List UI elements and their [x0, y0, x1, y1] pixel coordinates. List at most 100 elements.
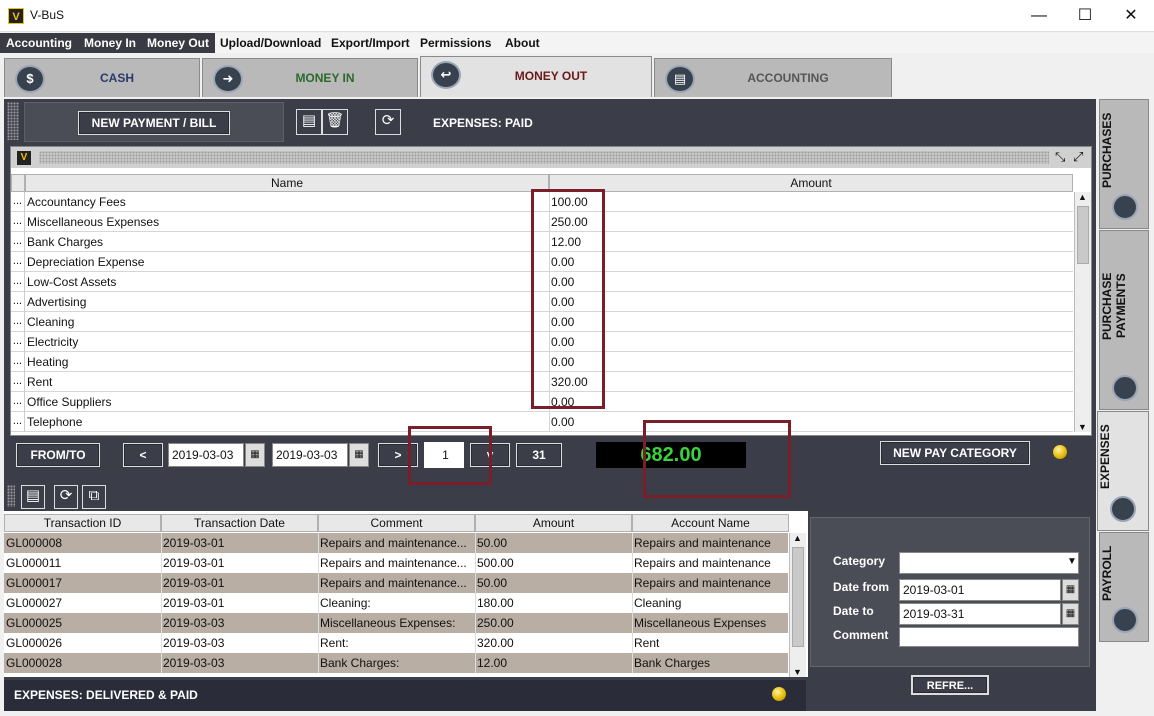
table-row[interactable]: GL000026 2019-03-03 Rent: 320.00 Rent: [4, 633, 788, 653]
copy-icon[interactable]: ⧉: [82, 485, 106, 509]
column-header-transaction-id[interactable]: Transaction ID: [4, 514, 161, 532]
from-to-button[interactable]: FROM/TO: [16, 443, 100, 467]
transactions-scrollbar[interactable]: ▲ ▼: [789, 533, 806, 677]
cell-date: 2019-03-01: [163, 536, 225, 550]
tab-money-in[interactable]: ➜ MONEY IN: [202, 58, 418, 97]
row-menu-dots[interactable]: ...: [11, 272, 25, 292]
scroll-up-icon[interactable]: ▲: [1078, 192, 1087, 202]
row-menu-dots[interactable]: ...: [11, 192, 25, 212]
days-31-button[interactable]: 31: [516, 443, 562, 467]
new-payment-button[interactable]: NEW PAYMENT / BILL: [78, 111, 230, 135]
tab-expenses[interactable]: EXPENSES: [1097, 411, 1149, 531]
maximize-button[interactable]: ☐: [1062, 0, 1108, 32]
menu-permissions[interactable]: Permissions: [414, 33, 497, 53]
maximize-icon[interactable]: ⤢: [1073, 149, 1083, 165]
scroll-down-icon[interactable]: ▼: [1078, 422, 1087, 432]
column-separator: [475, 633, 476, 653]
column-header-comment[interactable]: Comment: [318, 514, 475, 532]
scroll-up-icon[interactable]: ▲: [793, 533, 802, 543]
row-menu-dots[interactable]: ...: [11, 372, 25, 392]
tab-purchases[interactable]: PURCHASES: [1099, 99, 1149, 229]
menu-money-out[interactable]: Money Out: [141, 33, 215, 53]
column-header-name[interactable]: Name: [25, 174, 549, 192]
row-menu-dots[interactable]: ...: [11, 312, 25, 332]
calendar-icon[interactable]: ▦: [349, 443, 369, 467]
row-menu-dots[interactable]: ...: [11, 332, 25, 352]
table-row[interactable]: GL000017 2019-03-01 Repairs and maintenanc…: [4, 573, 788, 593]
cell-amount: 320.00: [477, 636, 514, 650]
scroll-thumb[interactable]: [792, 547, 804, 647]
column-header-amount[interactable]: Amount: [475, 514, 632, 532]
tab-payroll[interactable]: PAYROLL: [1099, 532, 1149, 642]
filter-date-from-field[interactable]: 2019-03-01: [899, 579, 1061, 601]
tab-cash[interactable]: $ CASH: [4, 58, 200, 97]
cell-amount: 12.00: [477, 656, 508, 670]
scroll-thumb[interactable]: [1077, 206, 1089, 264]
row-menu-dots[interactable]: ...: [11, 292, 25, 312]
new-pay-category-button[interactable]: NEW PAY CATEGORY: [880, 441, 1030, 465]
category-select[interactable]: [899, 552, 1079, 574]
table-row[interactable]: GL000025 2019-03-03 Miscellaneous Expenses…: [4, 613, 788, 633]
table-row[interactable]: GL000028 2019-03-03 Bank Charges: 12.00 Bank…: [4, 653, 788, 673]
table-row[interactable]: GL000027 2019-03-01 Cleaning: 180.00 Cleanin…: [4, 593, 788, 613]
cell-date: 2019-03-03: [163, 636, 225, 650]
column-separator: [475, 573, 476, 593]
document-icon[interactable]: ▤: [296, 109, 322, 135]
cell-id: GL000008: [6, 536, 63, 550]
prev-button[interactable]: <: [123, 443, 163, 467]
table-row[interactable]: ... Telephone 0.00: [11, 412, 1073, 432]
tab-purchase-payments[interactable]: PURCHASE PAYMENTS: [1099, 230, 1149, 410]
column-separator: [161, 653, 162, 673]
scroll-down-icon[interactable]: ▼: [793, 667, 802, 677]
cell-account: Bank Charges: [634, 656, 711, 670]
date-from-field[interactable]: 2019-03-03: [168, 443, 244, 467]
row-menu-dots[interactable]: ...: [11, 352, 25, 372]
column-header-amount[interactable]: Amount: [549, 174, 1073, 192]
expense-amount[interactable]: 0.00: [551, 415, 574, 429]
tab-money-out[interactable]: ↩ MONEY OUT: [420, 56, 652, 97]
row-menu-dots[interactable]: ...: [11, 232, 25, 252]
column-header-account-name[interactable]: Account Name: [632, 514, 789, 532]
refresh-icon[interactable]: ⟳: [375, 109, 401, 135]
calendar-icon[interactable]: ▦: [1062, 579, 1079, 601]
trash-icon[interactable]: 🗑: [322, 109, 348, 135]
cell-account: Repairs and maintenance: [634, 556, 771, 570]
expense-scrollbar[interactable]: ▲ ▼: [1074, 192, 1091, 432]
date-to-field[interactable]: 2019-03-03: [272, 443, 348, 467]
menu-money-in[interactable]: Money In: [78, 33, 143, 53]
minimize-button[interactable]: —: [1016, 0, 1062, 32]
menu-upload-download[interactable]: Upload/Download: [214, 33, 327, 53]
cell-comment: Repairs and maintenance...: [320, 556, 467, 570]
close-button[interactable]: ✕: [1108, 0, 1154, 32]
menu-accounting[interactable]: Accounting: [0, 33, 78, 53]
calendar-icon[interactable]: ▦: [245, 443, 265, 467]
table-row[interactable]: GL000008 2019-03-01 Repairs and maintenanc…: [4, 533, 788, 553]
cell-date: 2019-03-01: [163, 556, 225, 570]
expense-name: Office Suppliers: [27, 395, 112, 409]
cell-amount: 500.00: [477, 556, 514, 570]
comment-field[interactable]: [899, 627, 1079, 647]
gauge-icon: [1112, 194, 1138, 220]
cell-id: GL000011: [6, 556, 62, 570]
row-menu-dots[interactable]: ...: [11, 412, 25, 432]
row-menu-dots[interactable]: ...: [11, 252, 25, 272]
drag-grip[interactable]: [7, 102, 19, 140]
tab-accounting[interactable]: ▤ ACCOUNTING: [654, 58, 892, 97]
refresh-icon[interactable]: ⟳: [54, 485, 78, 509]
row-menu-dots[interactable]: ...: [11, 212, 25, 232]
row-menu-dots[interactable]: ...: [11, 392, 25, 412]
gauge-icon: [1112, 375, 1138, 401]
refresh-button[interactable]: REFRE...: [911, 675, 989, 695]
calendar-icon[interactable]: ▦: [1062, 603, 1079, 625]
restore-icon[interactable]: ⤡: [1055, 149, 1065, 165]
expense-name: Miscellaneous Expenses: [27, 215, 160, 229]
table-row[interactable]: GL000011 2019-03-01 Repairs and maintenanc…: [4, 553, 788, 573]
menu-export-import[interactable]: Export/Import: [325, 33, 416, 53]
column-header-transaction-date[interactable]: Transaction Date: [161, 514, 318, 532]
drag-grip[interactable]: [7, 485, 15, 507]
filter-date-to-field[interactable]: 2019-03-31: [899, 603, 1061, 625]
document-icon[interactable]: ▤: [21, 485, 45, 509]
chevron-down-icon[interactable]: ▼: [1067, 556, 1077, 567]
column-separator: [161, 553, 162, 573]
menu-about[interactable]: About: [499, 33, 546, 53]
